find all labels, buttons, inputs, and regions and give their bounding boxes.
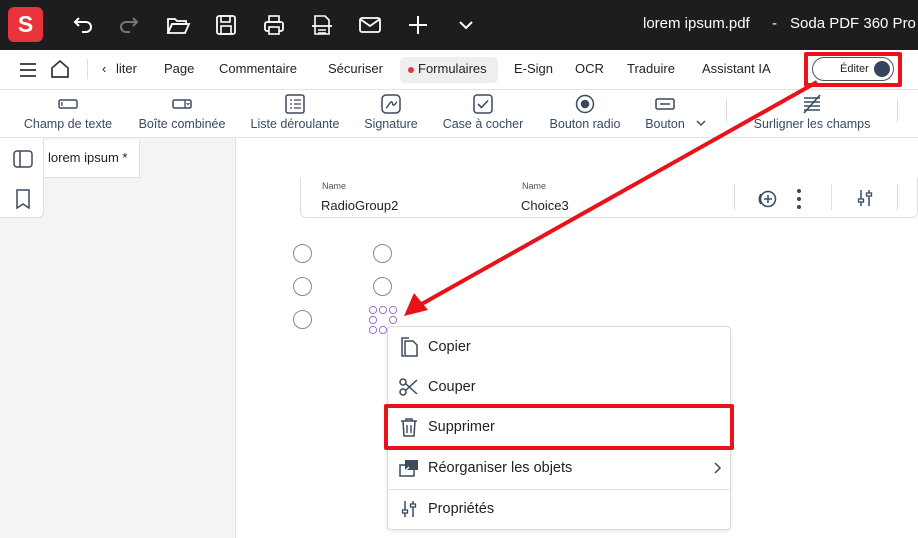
add-option-icon[interactable] xyxy=(756,188,778,210)
copy-icon xyxy=(401,337,418,357)
scan-icon[interactable] xyxy=(308,11,336,39)
tool-label: Boîte combinée xyxy=(138,117,226,131)
prop-divider xyxy=(831,184,832,210)
menu-item-label: Propriétés xyxy=(428,501,495,517)
tool-label: Champ de texte xyxy=(23,117,113,131)
tool-label: Bouton radio xyxy=(549,117,621,131)
highlight-fields-icon xyxy=(803,94,821,114)
chevron-down-icon[interactable] xyxy=(452,11,480,39)
menu-comment[interactable]: Commentaire xyxy=(219,61,297,76)
tool-label: Bouton xyxy=(645,117,685,131)
open-folder-icon[interactable] xyxy=(164,11,192,39)
signature-icon xyxy=(381,94,401,114)
choice-name-caption: Name xyxy=(522,181,547,191)
menu-item-label: Couper xyxy=(428,379,476,395)
radio-button[interactable] xyxy=(373,244,392,263)
menu-bar: ‹ liter Page Commentaire Sécuriser Formu… xyxy=(0,50,918,90)
tool-checkbox[interactable]: Case à cocher xyxy=(439,94,527,136)
document-tab[interactable]: lorem ipsum * xyxy=(44,140,140,178)
tool-label: Case à cocher xyxy=(442,117,524,131)
tool-list-box[interactable]: Liste déroulante xyxy=(247,94,343,136)
button-icon xyxy=(655,98,675,110)
radio-button[interactable] xyxy=(293,310,312,329)
menu-divider xyxy=(87,59,88,79)
menu-ai-assistant[interactable]: Assistant IA xyxy=(702,61,771,76)
prop-divider xyxy=(897,184,898,210)
tool-signature[interactable]: Signature xyxy=(360,94,422,136)
tool-button[interactable]: Bouton xyxy=(642,94,688,136)
home-icon[interactable] xyxy=(49,58,71,80)
tool-combo-box[interactable]: Boîte combinée xyxy=(134,94,230,136)
menu-secure[interactable]: Sécuriser xyxy=(328,61,383,76)
save-icon[interactable] xyxy=(212,11,240,39)
panel-toggle-icon[interactable] xyxy=(13,149,33,169)
redo-icon[interactable] xyxy=(116,11,144,39)
highlight-box-edit-toggle xyxy=(804,52,902,87)
highlight-box-delete xyxy=(384,404,734,450)
arrange-icon xyxy=(399,460,418,477)
menu-item-label: Copier xyxy=(428,339,471,355)
active-dot xyxy=(408,67,414,73)
undo-icon[interactable] xyxy=(68,11,96,39)
checkbox-icon xyxy=(473,94,493,114)
document-title: lorem ipsum.pdf xyxy=(643,15,750,32)
menu-ocr[interactable]: OCR xyxy=(575,61,604,76)
choice-name-value[interactable]: Choice3 xyxy=(521,198,569,213)
menu-translate[interactable]: Traduire xyxy=(627,61,675,76)
tool-label: Surligner les champs xyxy=(753,117,871,131)
menu-forms[interactable]: Formulaires xyxy=(418,61,487,76)
menu-item-copy[interactable]: Copier xyxy=(388,327,730,367)
bookmark-icon[interactable] xyxy=(15,189,31,210)
app-logo[interactable]: S xyxy=(8,7,43,42)
sidebar-icon-strip xyxy=(0,138,44,218)
print-icon[interactable] xyxy=(260,11,288,39)
app-name: Soda PDF 360 Pro xyxy=(790,15,916,32)
menu-esign[interactable]: E-Sign xyxy=(514,61,553,76)
menu-item-properties[interactable]: Propriétés xyxy=(388,489,730,529)
menu-item-cut[interactable]: Couper xyxy=(388,367,730,407)
menu-edit[interactable]: liter xyxy=(116,61,137,76)
tool-label: Signature xyxy=(364,117,418,131)
title-separator: - xyxy=(772,15,777,32)
group-name-value[interactable]: RadioGroup2 xyxy=(321,198,398,213)
scissors-icon xyxy=(399,378,418,396)
menu-scroll-left[interactable]: ‹ xyxy=(102,61,106,76)
more-options-icon[interactable] xyxy=(795,188,803,210)
chevron-right-icon xyxy=(714,462,722,474)
menu-item-label: Réorganiser les objets xyxy=(428,460,573,476)
tool-radio-button[interactable]: Bouton radio xyxy=(545,94,625,136)
list-box-icon xyxy=(285,94,305,114)
hamburger-menu-icon[interactable] xyxy=(19,62,37,78)
app-window: S lorem ipsum.pdf - Soda PDF 360 Pro ‹ l… xyxy=(0,0,918,538)
menu-item-arrange[interactable]: Réorganiser les objets xyxy=(388,448,730,488)
prop-divider xyxy=(734,184,735,210)
toolbar-divider xyxy=(726,100,727,122)
tool-label: Liste déroulante xyxy=(250,117,340,131)
radio-button[interactable] xyxy=(293,277,312,296)
tool-highlight-fields[interactable]: Surligner les champs xyxy=(748,94,876,136)
radio-button[interactable] xyxy=(373,277,392,296)
field-properties-bar: Name RadioGroup2 Name Choice3 xyxy=(300,178,918,218)
form-toolbar: Champ de texte Boîte combinée Liste déro… xyxy=(0,90,918,138)
menu-page[interactable]: Page xyxy=(164,61,194,76)
text-field-icon xyxy=(58,99,78,109)
document-tab-label: lorem ipsum * xyxy=(48,150,128,165)
radio-button-icon xyxy=(575,94,595,114)
chevron-down-icon[interactable] xyxy=(695,116,707,128)
plus-icon[interactable] xyxy=(404,11,432,39)
properties-sliders-icon xyxy=(401,501,417,517)
toolbar-divider xyxy=(897,100,898,122)
properties-sliders-icon[interactable] xyxy=(857,188,873,208)
field-name-caption: Name xyxy=(322,181,347,191)
tool-text-field[interactable]: Champ de texte xyxy=(20,94,116,136)
mail-icon[interactable] xyxy=(356,11,384,39)
combo-box-icon xyxy=(172,99,192,109)
radio-button[interactable] xyxy=(293,244,312,263)
title-bar: S lorem ipsum.pdf - Soda PDF 360 Pro xyxy=(0,0,918,50)
